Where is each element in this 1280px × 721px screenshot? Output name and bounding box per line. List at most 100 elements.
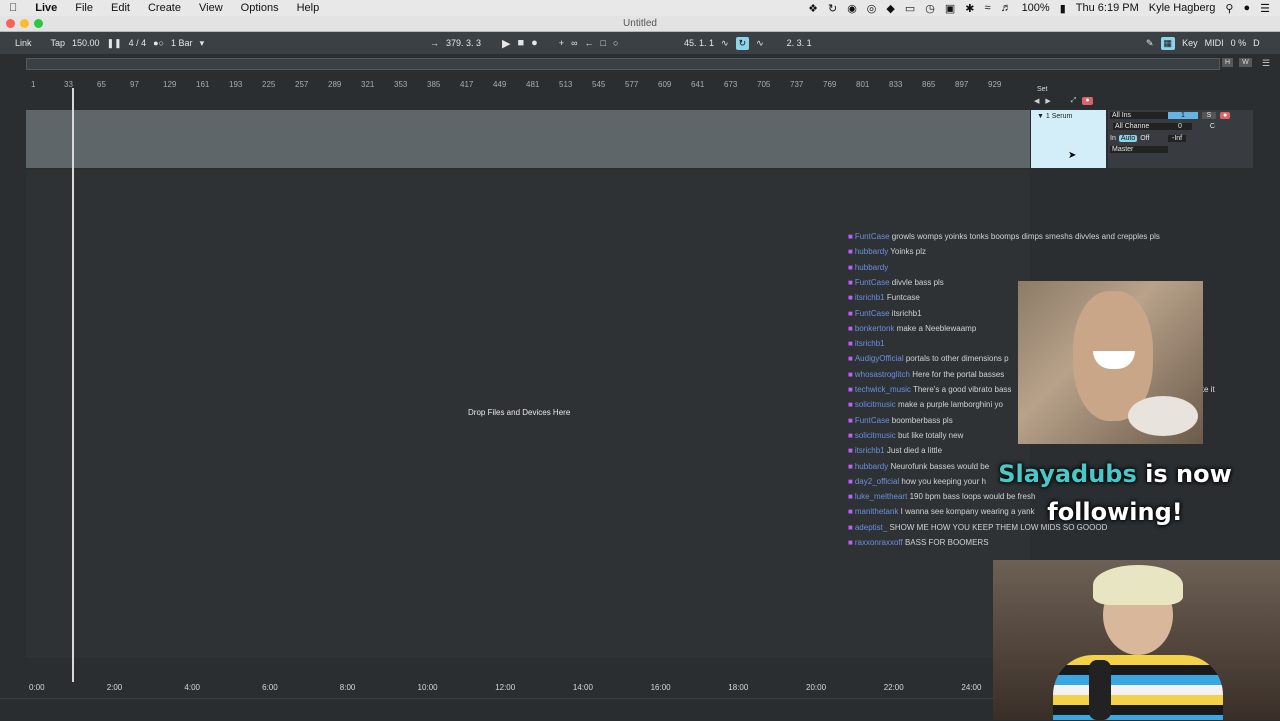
draw-mode-icon[interactable]: ✎ [1146,38,1154,49]
punch-out-icon[interactable]: ∿ [756,38,764,49]
follow-icon[interactable]: → [430,38,439,48]
zoom-window-button[interactable] [34,19,43,28]
chat-message: ■ raxxonraxxoff BASS FOR BOOMERS [848,538,989,547]
playhead[interactable] [72,88,74,682]
loop-length-field[interactable]: 2. 3. 1 [787,38,812,48]
arm-button[interactable]: ● [1220,112,1231,119]
play-button[interactable]: ▶ [502,37,510,50]
link-icon[interactable]: ∞ [571,38,577,48]
time-machine-icon[interactable]: ◷ [925,2,935,15]
chat-text: make a Neeblewaamp [896,323,977,333]
menu-options[interactable]: Options [232,2,288,14]
record-button[interactable]: ● [531,37,538,49]
loop-switch-button[interactable]: ↻ [735,36,750,50]
cat-face-image [1018,281,1203,444]
track-name[interactable]: 1 Serum [1046,113,1072,120]
siri-icon[interactable]: ● [1243,2,1250,14]
fold-icon[interactable]: ▼ [1037,113,1044,120]
computer-keyboard-button[interactable]: ▦ [1160,36,1176,50]
key-map-button[interactable]: Key [1182,38,1198,48]
add-icon[interactable]: + [559,38,564,48]
minimize-window-button[interactable] [20,19,29,28]
menu-view[interactable]: View [190,2,232,14]
loop-icon[interactable]: ○ [613,38,618,48]
close-window-button[interactable] [6,19,15,28]
menu-live[interactable]: Live [26,2,66,14]
metronome-icon[interactable]: ●○ [153,38,164,48]
chat-message: ■ day2_official how you keeping your h [848,477,986,486]
monitor-off-button[interactable]: Off [1140,135,1149,142]
volume-icon[interactable]: ♬ [1001,2,1012,14]
chat-username: bonkertonk [854,323,895,333]
clock[interactable]: Thu 6:19 PM [1076,2,1139,14]
input-channel-menu[interactable]: All Channe [1113,123,1168,130]
window-controls [6,19,43,28]
position-field[interactable]: 379. 3. 3 [446,38,481,48]
back-arrow-icon[interactable]: ← [585,38,594,48]
track-activator-button[interactable]: 1 [1168,112,1198,119]
airplay-icon[interactable]: ▣ [945,2,955,15]
sync-icon[interactable]: ↻ [828,2,837,15]
tap-button[interactable]: Tap [51,38,66,48]
expand-icon[interactable]: ⤢ [1071,97,1077,105]
arrangement-overview[interactable] [26,58,1220,70]
scroll-right-icon[interactable]: ▶ [1045,97,1050,105]
tempo-field[interactable]: 150.00 [72,38,100,48]
notification-center-icon[interactable]: ☰ [1260,2,1270,15]
midi-map-button[interactable]: MIDI [1205,38,1224,48]
ruler-tick-label: 353 [394,80,408,89]
menu-edit[interactable]: Edit [102,2,139,14]
mixer-top-row: 1 S ● [1168,112,1231,119]
globe-icon[interactable]: ◎ [867,2,877,15]
record-arm-icon[interactable]: ● [1082,97,1093,105]
time-ruler[interactable]: 0:00 2:00 4:00 6:00 8:00 10:00 12:00 14:00 16:00… [26,680,1006,694]
stop-button[interactable]: ■ [518,37,525,49]
menu-file[interactable]: File [66,2,102,14]
battery-icon[interactable]: ▮ [1060,2,1066,15]
wifi-icon[interactable]: ≈ [985,2,991,14]
disk-overload-indicator: D [1253,38,1260,48]
h-button[interactable]: H [1222,58,1234,67]
chat-username: manithetank [854,507,899,517]
punch-in-icon[interactable]: ∿ [721,38,729,49]
overview-buttons: H W [1222,58,1252,67]
ruler-tick-label: 897 [955,80,969,89]
battery-monitor-icon[interactable]: ▭ [905,2,915,15]
signature-field[interactable]: 4 / 4 [129,38,147,48]
scroll-left-icon[interactable]: ◀ [1034,97,1039,105]
spotlight-icon[interactable]: ⚲ [1225,2,1233,15]
time-tick-label: 16:00 [650,683,671,692]
diamond-icon[interactable]: ◆ [886,2,894,15]
user-name[interactable]: Kyle Hagberg [1149,2,1216,14]
track-header[interactable]: ▼ 1 Serum ➤ [1031,110,1106,168]
chrome-icon[interactable]: ◉ [847,2,857,15]
apple-icon[interactable]:  [0,2,26,14]
nudge-icon[interactable]: ❚❚ [107,38,122,49]
quantize-menu[interactable]: 1 Bar [171,38,193,48]
monitor-auto-button[interactable]: Auto [1118,135,1138,142]
set-label: Set [1037,86,1048,93]
clip-overview-strip[interactable] [26,110,1030,168]
menu-create[interactable]: Create [139,2,190,14]
monitor-in-button[interactable]: In [1110,135,1116,142]
chat-badge-icon: ■ [848,277,853,287]
w-button[interactable]: W [1239,58,1252,67]
input-type-menu[interactable]: All Ins [1110,112,1168,119]
capture-icon[interactable]: □ [601,38,606,48]
pan-knob[interactable]: C [1210,123,1215,130]
menu-icon[interactable]: ☰ [1262,58,1270,69]
ruler-tick-label: 129 [163,80,177,89]
chat-username: hubbardy [854,262,889,272]
dropbox-icon[interactable]: ❖ [808,2,818,15]
volume-field[interactable]: 0 [1168,123,1192,130]
solo-button[interactable]: S [1202,112,1216,119]
chat-message: ■ hubbardy [848,263,888,272]
bluetooth-icon[interactable]: ✱ [965,2,974,15]
chevron-down-icon[interactable]: ▾ [200,38,205,49]
link-button[interactable]: Link [15,38,32,48]
battery-percent[interactable]: 100% [1022,2,1050,14]
beat-ruler[interactable]: 1 33 65 97 129 161 193 225 257 289 321 353 385 417 449… [26,76,1030,90]
loop-start-field[interactable]: 45. 1. 1 [684,38,714,48]
output-menu[interactable]: Master [1110,146,1168,153]
menu-help[interactable]: Help [288,2,329,14]
